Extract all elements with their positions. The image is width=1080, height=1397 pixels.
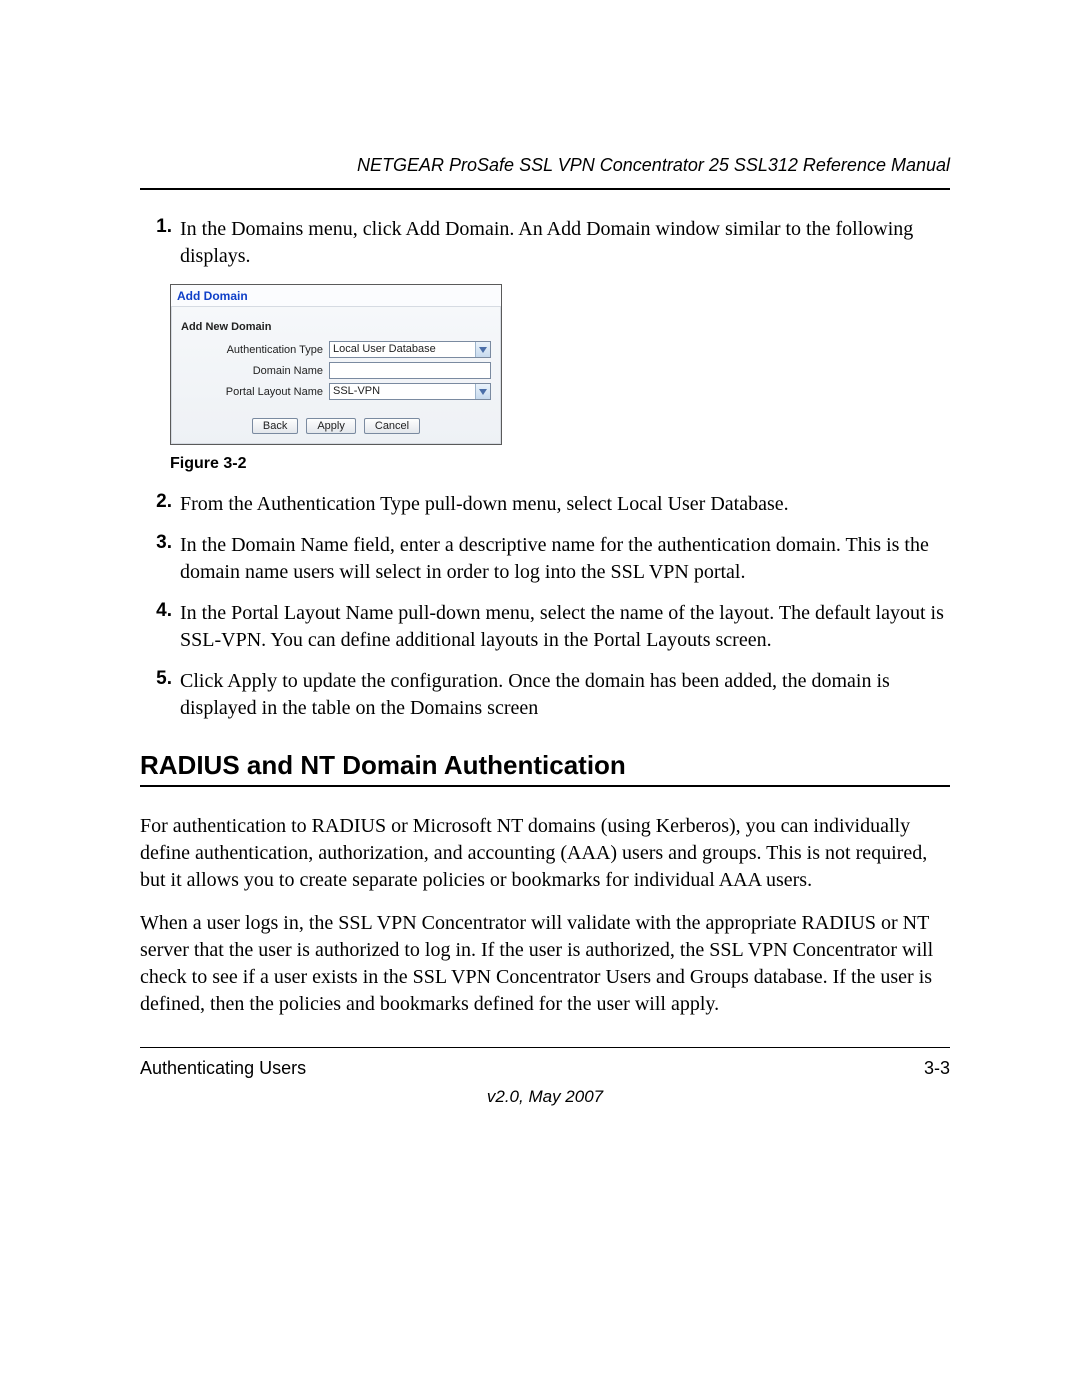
step-text: From the Authentication Type pull-down m… — [180, 491, 789, 518]
step-text: In the Portal Layout Name pull-down menu… — [180, 600, 950, 654]
domain-name-label: Domain Name — [181, 365, 329, 377]
step-number: 4. — [140, 600, 180, 654]
footer-version: v2.0, May 2007 — [140, 1087, 950, 1107]
section-rule — [140, 785, 950, 787]
step-text: Click Apply to update the configuration.… — [180, 668, 950, 722]
step-number: 5. — [140, 668, 180, 722]
step-number: 1. — [140, 216, 180, 270]
dialog-subtitle: Add New Domain — [171, 307, 501, 339]
footer-rule — [140, 1047, 950, 1048]
dialog-title: Add Domain — [171, 285, 501, 307]
step-number: 3. — [140, 532, 180, 586]
step-number: 2. — [140, 491, 180, 518]
section-heading: RADIUS and NT Domain Authentication — [140, 750, 950, 781]
figure-caption: Figure 3-2 — [170, 455, 950, 473]
step-text: In the Domain Name field, enter a descri… — [180, 532, 950, 586]
auth-type-value: Local User Database — [333, 341, 436, 358]
portal-layout-label: Portal Layout Name — [181, 386, 329, 398]
chevron-down-icon — [475, 342, 490, 357]
running-header: NETGEAR ProSafe SSL VPN Concentrator 25 … — [140, 155, 950, 176]
cancel-button[interactable]: Cancel — [364, 418, 420, 434]
auth-type-select[interactable]: Local User Database — [329, 341, 491, 358]
figure-dialog: Add Domain Add New Domain Authentication… — [170, 284, 950, 445]
portal-layout-select[interactable]: SSL-VPN — [329, 383, 491, 400]
portal-layout-value: SSL-VPN — [333, 383, 380, 400]
auth-type-label: Authentication Type — [181, 344, 329, 356]
apply-button[interactable]: Apply — [306, 418, 356, 434]
back-button[interactable]: Back — [252, 418, 298, 434]
step-text: In the Domains menu, click Add Domain. A… — [180, 216, 950, 270]
body-paragraph: For authentication to RADIUS or Microsof… — [140, 813, 950, 894]
footer-section: Authenticating Users — [140, 1058, 306, 1079]
header-rule — [140, 188, 950, 190]
domain-name-input[interactable] — [329, 362, 491, 379]
chevron-down-icon — [475, 384, 490, 399]
footer-page: 3-3 — [924, 1058, 950, 1079]
body-paragraph: When a user logs in, the SSL VPN Concent… — [140, 910, 950, 1018]
